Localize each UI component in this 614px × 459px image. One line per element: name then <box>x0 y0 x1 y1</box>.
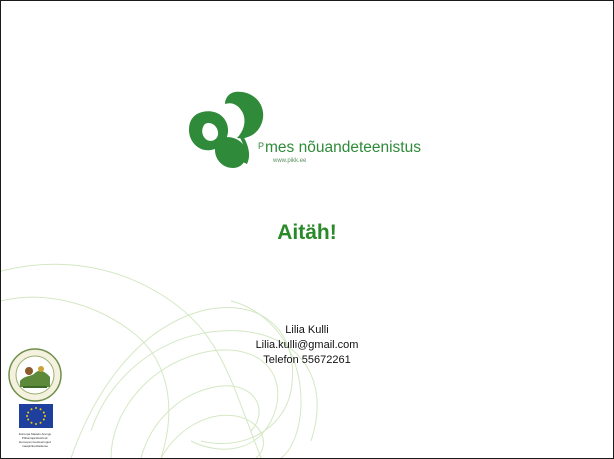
logo-name: Pmes nõuandeteenistus <box>258 139 421 157</box>
eu-caption-line: maapiirkondadesse <box>21 444 48 448</box>
eu-caption: Euroopa Maaelu Arengu Põllumajandusfond:… <box>15 432 55 448</box>
contact-email: Lilia.kulli@gmail.com <box>255 339 359 351</box>
contact-phone: Telefon 55672261 <box>263 354 351 366</box>
logo-name-text: mes nõuandeteenistus <box>265 139 421 156</box>
clover-leaf-icon <box>189 91 264 168</box>
logo-url: www.pikk.ee <box>273 158 307 164</box>
slide: Pmes nõuandeteenistus www.pikk.ee Aitäh!… <box>0 0 614 459</box>
slide-title: Aitäh! <box>277 221 337 244</box>
contact-name: Lilia Kulli <box>285 324 329 336</box>
eu-flag-icon <box>19 404 53 428</box>
contact-block: Lilia Kulli Lilia.kulli@gmail.com Telefo… <box>1 323 613 368</box>
round-seal-logo <box>8 348 62 402</box>
logo-prefix: P <box>258 141 265 151</box>
